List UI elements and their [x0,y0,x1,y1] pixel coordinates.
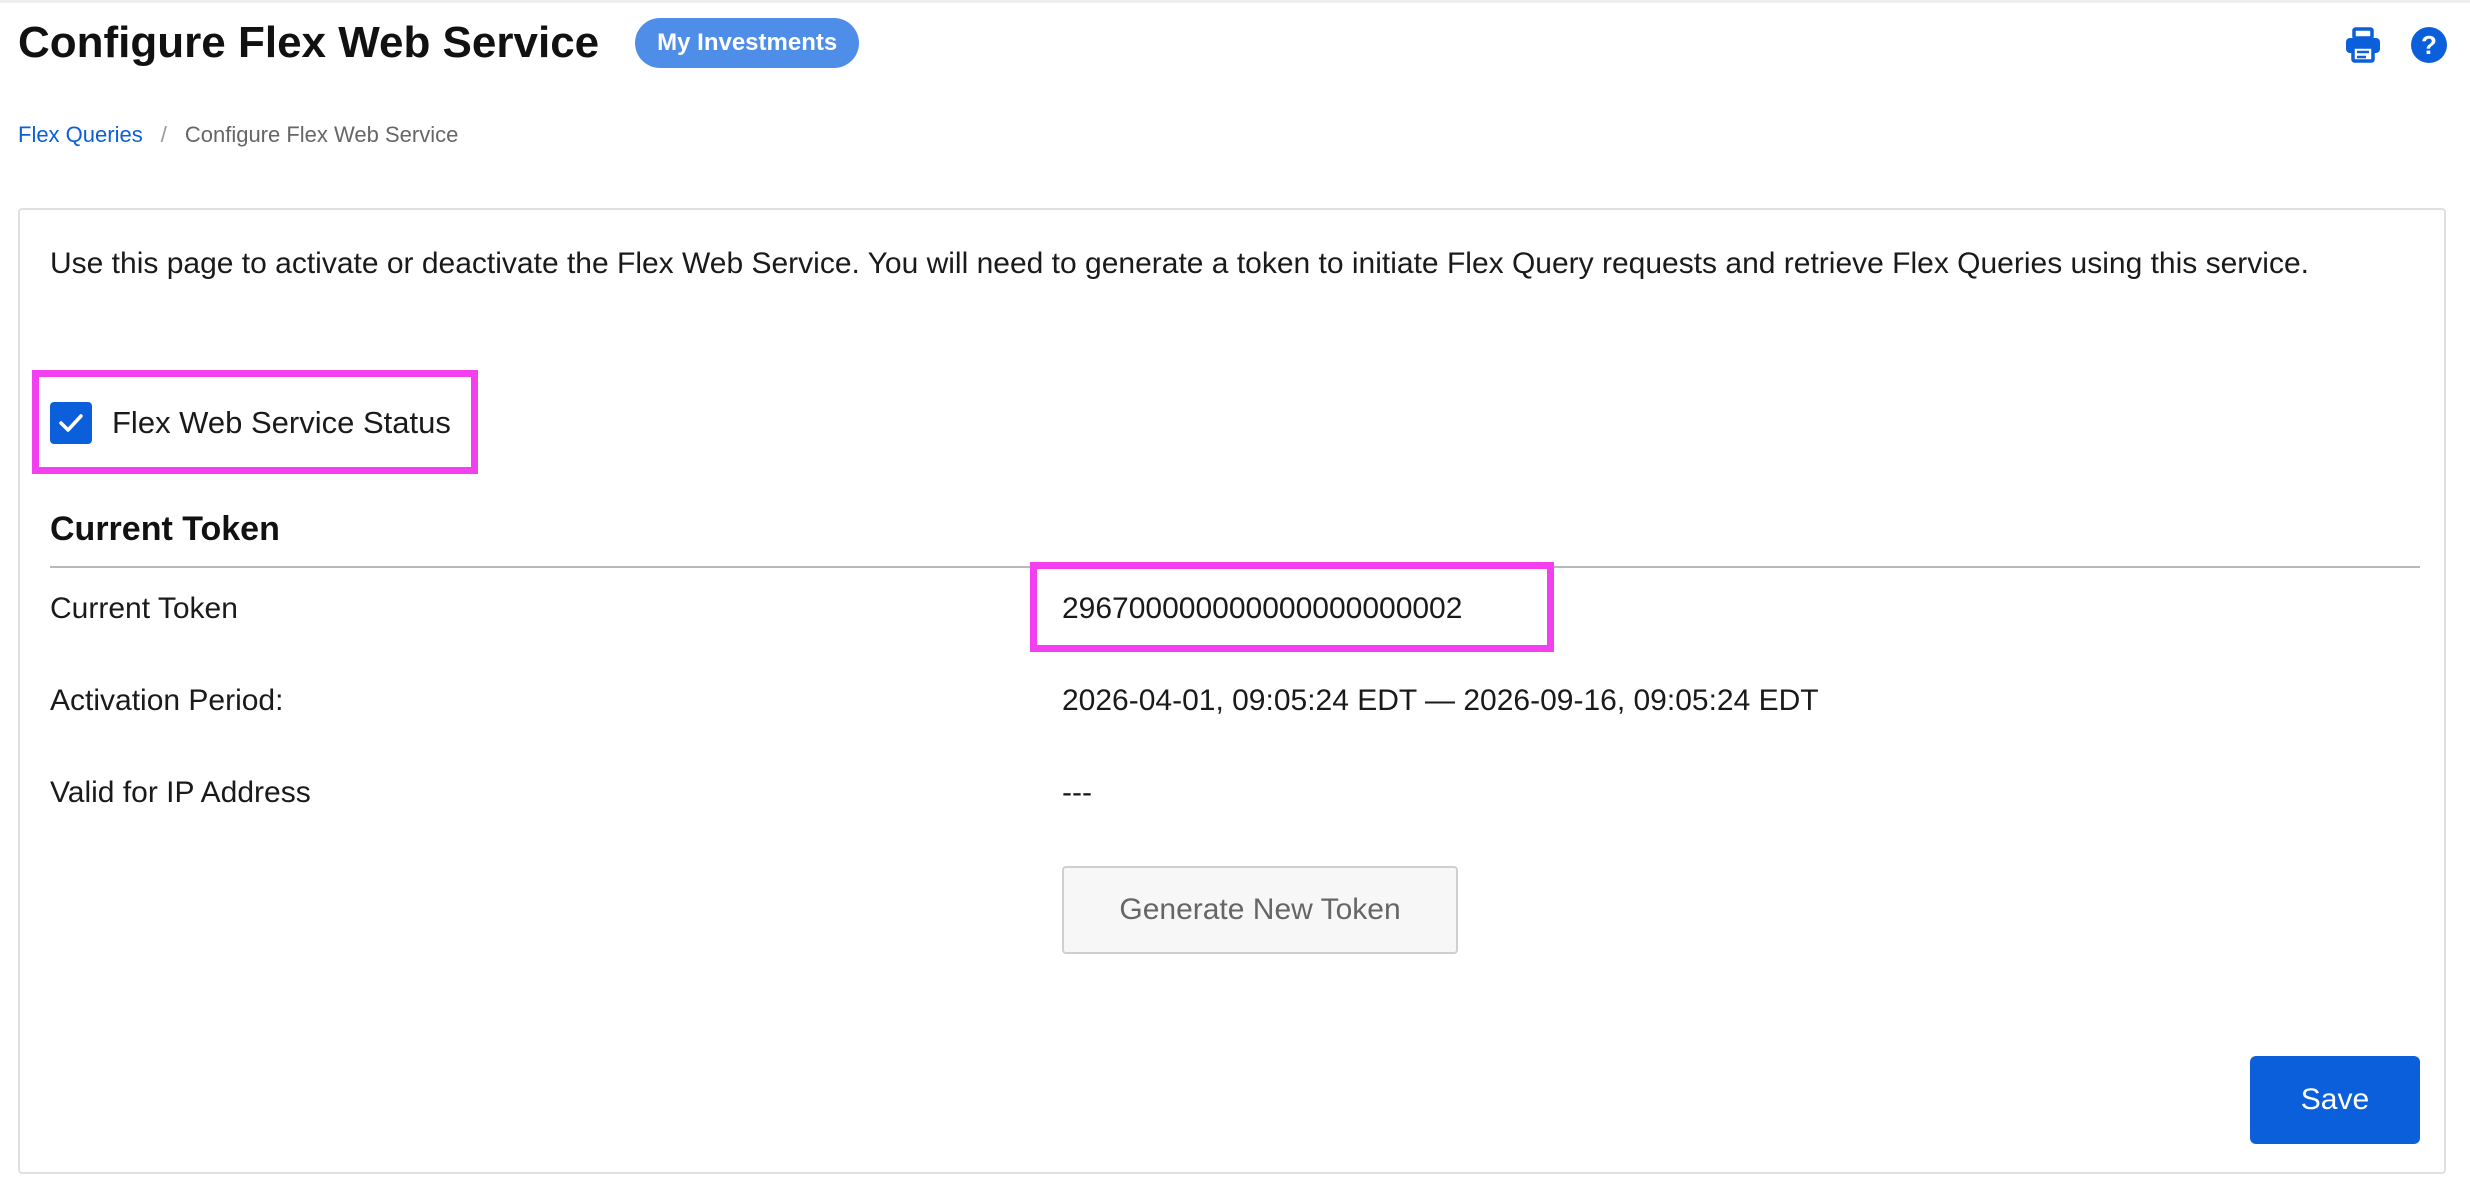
flex-web-service-status-checkbox[interactable]: Flex Web Service Status [50,402,451,444]
valid-ip-value: --- [1062,776,1092,809]
activation-period-value: 2026-04-01, 09:05:24 EDT — 2026-09-16, 0… [1062,684,1819,717]
top-border [0,0,2470,3]
checkbox-checked[interactable] [50,402,92,444]
breadcrumb-current: Configure Flex Web Service [184,122,459,147]
current-token-label: Current Token [50,592,238,625]
print-icon[interactable] [2344,26,2382,64]
my-investments-badge[interactable]: My Investments [635,18,860,68]
save-button[interactable]: Save [2250,1056,2420,1144]
breadcrumb-link-flex-queries[interactable]: Flex Queries [18,122,143,148]
intro-text: Use this page to activate or deactivate … [50,247,2309,280]
generate-new-token-button[interactable]: Generate New Token [1062,866,1458,954]
breadcrumb: Flex Queries / Configure Flex Web Servic… [18,122,458,148]
checkmark-icon [59,414,83,432]
configuration-panel: Use this page to activate or deactivate … [18,208,2446,1174]
status-checkbox-label: Flex Web Service Status [112,405,451,440]
header-actions: ? [2344,26,2448,64]
page-header: Configure Flex Web Service My Investment… [18,18,860,68]
help-icon[interactable]: ? [2410,26,2448,64]
current-token-value: 296700000000000000000002 [1062,592,1463,625]
activation-period-label: Activation Period: [50,684,284,717]
breadcrumb-separator: / [160,122,167,147]
section-title: Current Token [50,510,280,548]
help-glyph: ? [2411,27,2447,63]
page-title: Configure Flex Web Service [18,18,600,67]
valid-ip-label: Valid for IP Address [50,776,311,809]
